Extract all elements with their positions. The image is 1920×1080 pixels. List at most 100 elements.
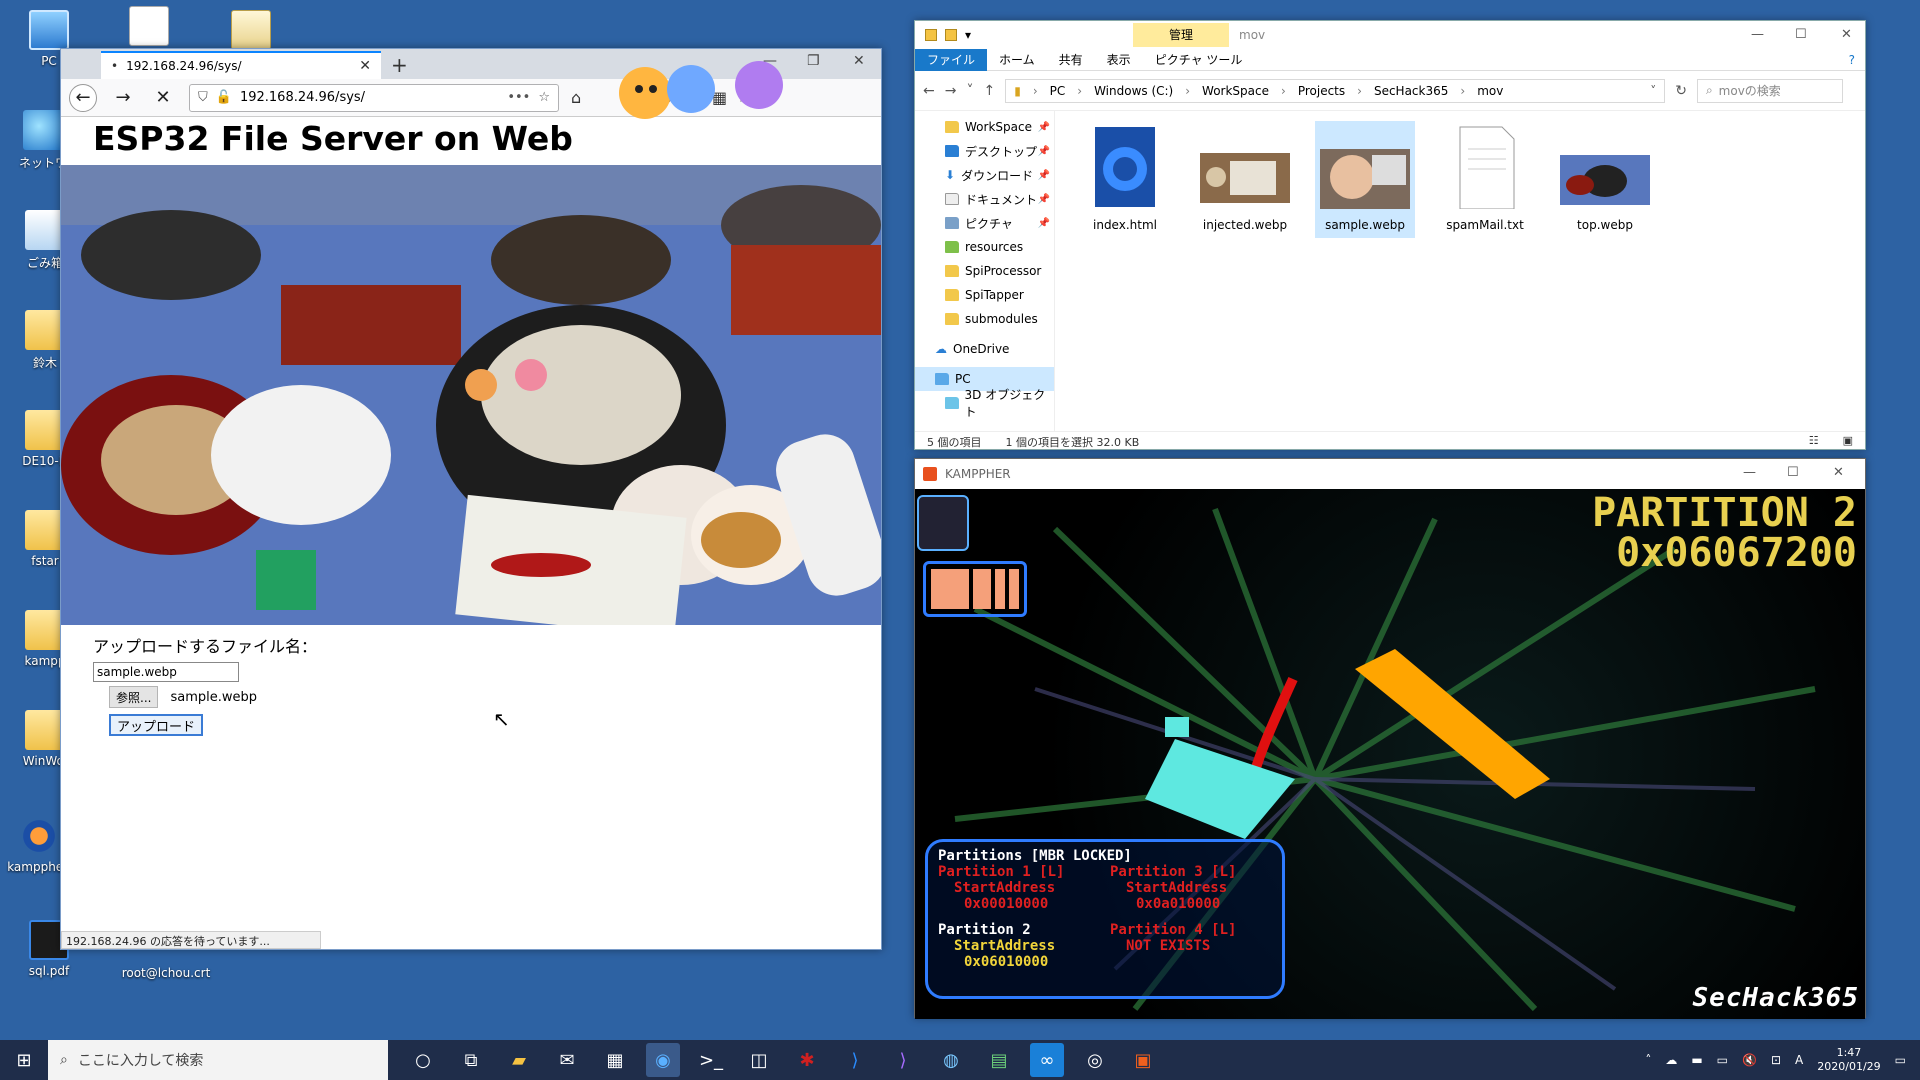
help-icon[interactable]: ? bbox=[1849, 53, 1865, 67]
file-explorer-icon[interactable]: ▰ bbox=[502, 1043, 536, 1077]
ribbon-tab-share[interactable]: 共有 bbox=[1047, 49, 1095, 71]
sidebar-item-downloads[interactable]: ⬇ ダウンロード 📌 bbox=[915, 163, 1054, 187]
upload-button[interactable]: アップロード bbox=[109, 714, 204, 736]
overflow-chevron-icon[interactable]: » bbox=[739, 88, 749, 107]
maximize-icon[interactable]: ☐ bbox=[1795, 27, 1807, 42]
network-tray-icon[interactable]: ⊡ bbox=[1771, 1053, 1781, 1067]
ribbon-tab-home[interactable]: ホーム bbox=[987, 49, 1047, 71]
quick-access-folder-icon[interactable] bbox=[945, 29, 957, 41]
maximize-icon[interactable]: ☐ bbox=[1787, 465, 1799, 480]
desktop-icon-cert-file[interactable]: root@lchou.crt bbox=[106, 966, 226, 980]
minimize-icon[interactable]: — bbox=[1751, 27, 1764, 42]
windows-start-icon[interactable]: ⊞ bbox=[0, 1040, 48, 1080]
breadcrumb[interactable]: ▮ › PC › Windows (C:) › WorkSpace › Proj… bbox=[1005, 78, 1666, 103]
taskbar-clock[interactable]: 1:47 2020/01/29 bbox=[1817, 1046, 1880, 1074]
browser-tab[interactable]: • 192.168.24.96/sys/ ✕ bbox=[101, 51, 381, 79]
vscode-icon[interactable]: ⟩ bbox=[838, 1043, 872, 1077]
recent-dropdown-icon[interactable]: ˅ bbox=[966, 83, 973, 99]
console-app-icon[interactable]: ◫ bbox=[742, 1043, 776, 1077]
stop-loading-icon[interactable]: ✕ bbox=[149, 84, 177, 112]
terminal-icon[interactable]: >_ bbox=[694, 1043, 728, 1077]
breadcrumb-item[interactable]: Windows (C:) bbox=[1094, 84, 1173, 98]
sidebar-item-documents[interactable]: ドキュメント 📌 bbox=[915, 187, 1054, 211]
address-bar[interactable]: ⛉ 🔓 192.168.24.96/sys/ ••• ☆ bbox=[189, 83, 559, 112]
filename-input[interactable] bbox=[93, 662, 239, 682]
quick-access-dropdown-icon[interactable]: ▾ bbox=[965, 28, 971, 42]
shield-icon[interactable]: ⛉ bbox=[198, 90, 208, 105]
explorer-search-box[interactable]: ⌕ movの検索 bbox=[1696, 78, 1843, 103]
home-icon[interactable]: ⌂ bbox=[571, 88, 581, 107]
ribbon-context-tab[interactable]: 管理 bbox=[1133, 23, 1229, 47]
close-icon[interactable]: ✕ bbox=[1833, 465, 1844, 480]
ribbon-tab-view[interactable]: 表示 bbox=[1095, 49, 1143, 71]
close-icon[interactable]: ✕ bbox=[1841, 27, 1852, 42]
obs-icon[interactable]: ◎ bbox=[1078, 1043, 1112, 1077]
breadcrumb-item[interactable]: mov bbox=[1477, 84, 1503, 98]
breadcrumb-item[interactable]: PC bbox=[1050, 84, 1066, 98]
minimize-icon[interactable]: — bbox=[1743, 465, 1756, 480]
flag-icon[interactable]: ▬ bbox=[1691, 1053, 1702, 1067]
sidebar-item-3d-objects[interactable]: 3D オブジェクト bbox=[915, 388, 1054, 419]
volume-muted-icon[interactable]: 🔇 bbox=[1742, 1053, 1757, 1067]
file-item[interactable]: injected.webp bbox=[1195, 121, 1295, 238]
battery-icon[interactable]: ▭ bbox=[1717, 1053, 1728, 1067]
new-tab-button[interactable]: + bbox=[391, 53, 408, 77]
details-view-icon[interactable]: ☷ bbox=[1809, 434, 1819, 449]
kampphen-app-icon[interactable]: ▣ bbox=[1126, 1043, 1160, 1077]
close-icon[interactable]: ✕ bbox=[853, 53, 865, 69]
maximize-icon[interactable]: ❐ bbox=[807, 53, 820, 69]
sidebar-item-desktop[interactable]: デスクトップ 📌 bbox=[915, 139, 1054, 163]
sidebar-item-resources[interactable]: resources bbox=[915, 235, 1054, 259]
file-item[interactable]: top.webp bbox=[1555, 121, 1655, 238]
breadcrumb-item[interactable]: WorkSpace bbox=[1202, 84, 1269, 98]
sidebar-item-pictures[interactable]: ピクチャ 📌 bbox=[915, 211, 1054, 235]
sidebar-item-workspace[interactable]: WorkSpace 📌 bbox=[915, 115, 1054, 139]
file-item[interactable]: spamMail.txt bbox=[1435, 121, 1535, 238]
firefox-icon[interactable]: ◉ bbox=[646, 1043, 680, 1077]
spreadsheet-app-icon[interactable]: ▤ bbox=[982, 1043, 1016, 1077]
task-view-icon[interactable]: ⧉ bbox=[454, 1043, 488, 1077]
chevron-up-icon[interactable]: ˄ bbox=[1645, 1053, 1651, 1067]
tab-close-icon[interactable]: ✕ bbox=[359, 58, 371, 74]
forward-arrow-icon[interactable]: → bbox=[109, 84, 137, 112]
library-icon[interactable]: ✪ bbox=[687, 88, 700, 107]
ribbon-tab-file[interactable]: ファイル bbox=[915, 48, 988, 71]
insecure-lock-icon[interactable]: 🔓 bbox=[216, 90, 232, 105]
sidebar-item-spitapper[interactable]: SpiTapper bbox=[915, 283, 1054, 307]
page-actions-icon[interactable]: ••• bbox=[507, 90, 530, 105]
minimize-icon[interactable]: — bbox=[763, 53, 777, 69]
onedrive-cloud-icon[interactable]: ☁ bbox=[1665, 1053, 1677, 1067]
cortana-icon[interactable]: ○ bbox=[406, 1043, 440, 1077]
url-text[interactable]: 192.168.24.96/sys/ bbox=[240, 90, 499, 105]
refresh-icon[interactable]: ↻ bbox=[1675, 83, 1687, 99]
mail-icon[interactable]: ✉ bbox=[550, 1043, 584, 1077]
sidebar-item-submodules[interactable]: submodules bbox=[915, 307, 1054, 331]
breadcrumb-item[interactable]: Projects bbox=[1298, 84, 1345, 98]
back-arrow-icon[interactable]: ← bbox=[923, 83, 935, 99]
file-item[interactable]: index.html bbox=[1075, 121, 1175, 238]
back-arrow-icon[interactable]: ← bbox=[69, 83, 97, 112]
large-icons-view-icon[interactable]: ▣ bbox=[1843, 434, 1853, 449]
network-app-icon[interactable]: ◍ bbox=[934, 1043, 968, 1077]
game-viewport[interactable]: PARTITION 2 0x06067200 Partitions [MBR L… bbox=[915, 489, 1865, 1019]
sidebar-item-spiprocessor[interactable]: SpiProcessor bbox=[915, 259, 1054, 283]
browse-button[interactable]: 参照... bbox=[109, 686, 159, 708]
download-icon[interactable]: ⇩ bbox=[661, 88, 674, 107]
bug-app-icon[interactable]: ✱ bbox=[790, 1043, 824, 1077]
menu-icon[interactable]: ☰ bbox=[761, 88, 775, 107]
up-arrow-icon[interactable]: ↑ bbox=[983, 83, 995, 99]
file-item-selected[interactable]: sample.webp bbox=[1315, 121, 1415, 238]
qr-icon[interactable]: ▦ bbox=[712, 88, 727, 107]
sidebar-item-onedrive[interactable]: ☁ OneDrive bbox=[915, 337, 1054, 361]
desktop-icon-doc[interactable] bbox=[104, 6, 194, 50]
arduino-icon[interactable]: ∞ bbox=[1030, 1043, 1064, 1077]
ime-indicator[interactable]: A bbox=[1795, 1053, 1803, 1067]
breadcrumb-item[interactable]: SecHack365 bbox=[1374, 84, 1448, 98]
calendar-icon[interactable]: ▦ bbox=[598, 1043, 632, 1077]
forward-arrow-icon[interactable]: → bbox=[945, 83, 957, 99]
ribbon-tab-picture-tools[interactable]: ピクチャ ツール bbox=[1143, 49, 1255, 71]
notifications-icon[interactable]: ▭ bbox=[1895, 1053, 1906, 1067]
visual-studio-icon[interactable]: ⟩ bbox=[886, 1043, 920, 1077]
taskbar-search[interactable]: ⌕ ここに入力して検索 bbox=[48, 1040, 388, 1080]
chevron-down-icon[interactable]: ˅ bbox=[1650, 84, 1656, 98]
